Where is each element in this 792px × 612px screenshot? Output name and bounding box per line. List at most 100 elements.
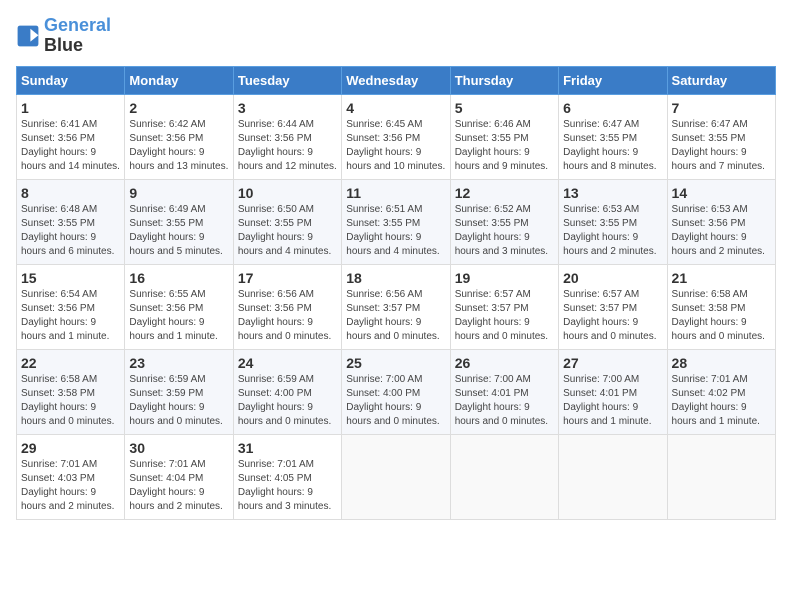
calendar-cell: 6 Sunrise: 6:47 AMSunset: 3:55 PMDayligh… bbox=[559, 94, 667, 179]
calendar-cell: 7 Sunrise: 6:47 AMSunset: 3:55 PMDayligh… bbox=[667, 94, 775, 179]
day-info: Sunrise: 7:00 AMSunset: 4:01 PMDaylight … bbox=[563, 373, 662, 429]
calendar-cell: 26 Sunrise: 7:00 AMSunset: 4:01 PMDaylig… bbox=[450, 349, 558, 434]
day-number: 29 bbox=[21, 440, 120, 456]
day-info: Sunrise: 6:59 AMSunset: 3:59 PMDaylight … bbox=[129, 373, 228, 429]
day-info: Sunrise: 6:48 AMSunset: 3:55 PMDaylight … bbox=[21, 203, 120, 259]
header-cell-wednesday: Wednesday bbox=[342, 66, 450, 94]
calendar-week-4: 22 Sunrise: 6:58 AMSunset: 3:58 PMDaylig… bbox=[17, 349, 776, 434]
day-number: 15 bbox=[21, 270, 120, 286]
day-info: Sunrise: 6:45 AMSunset: 3:56 PMDaylight … bbox=[346, 118, 445, 174]
header-cell-friday: Friday bbox=[559, 66, 667, 94]
day-number: 17 bbox=[238, 270, 337, 286]
day-number: 16 bbox=[129, 270, 228, 286]
calendar-cell: 4 Sunrise: 6:45 AMSunset: 3:56 PMDayligh… bbox=[342, 94, 450, 179]
day-info: Sunrise: 6:53 AMSunset: 3:55 PMDaylight … bbox=[563, 203, 662, 259]
calendar-week-3: 15 Sunrise: 6:54 AMSunset: 3:56 PMDaylig… bbox=[17, 264, 776, 349]
day-info: Sunrise: 7:00 AMSunset: 4:00 PMDaylight … bbox=[346, 373, 445, 429]
day-info: Sunrise: 7:00 AMSunset: 4:01 PMDaylight … bbox=[455, 373, 554, 429]
day-info: Sunrise: 6:57 AMSunset: 3:57 PMDaylight … bbox=[563, 288, 662, 344]
day-number: 9 bbox=[129, 185, 228, 201]
day-info: Sunrise: 6:58 AMSunset: 3:58 PMDaylight … bbox=[672, 288, 771, 344]
day-number: 13 bbox=[563, 185, 662, 201]
day-number: 5 bbox=[455, 100, 554, 116]
calendar-cell: 29 Sunrise: 7:01 AMSunset: 4:03 PMDaylig… bbox=[17, 434, 125, 519]
calendar-cell: 5 Sunrise: 6:46 AMSunset: 3:55 PMDayligh… bbox=[450, 94, 558, 179]
calendar-cell: 24 Sunrise: 6:59 AMSunset: 4:00 PMDaylig… bbox=[233, 349, 341, 434]
day-info: Sunrise: 6:55 AMSunset: 3:56 PMDaylight … bbox=[129, 288, 228, 344]
day-number: 24 bbox=[238, 355, 337, 371]
calendar-cell: 11 Sunrise: 6:51 AMSunset: 3:55 PMDaylig… bbox=[342, 179, 450, 264]
day-number: 6 bbox=[563, 100, 662, 116]
calendar-cell: 18 Sunrise: 6:56 AMSunset: 3:57 PMDaylig… bbox=[342, 264, 450, 349]
day-info: Sunrise: 6:50 AMSunset: 3:55 PMDaylight … bbox=[238, 203, 337, 259]
header-cell-monday: Monday bbox=[125, 66, 233, 94]
day-info: Sunrise: 6:57 AMSunset: 3:57 PMDaylight … bbox=[455, 288, 554, 344]
day-info: Sunrise: 6:49 AMSunset: 3:55 PMDaylight … bbox=[129, 203, 228, 259]
page-header: General Blue bbox=[16, 16, 776, 56]
calendar-cell: 20 Sunrise: 6:57 AMSunset: 3:57 PMDaylig… bbox=[559, 264, 667, 349]
day-info: Sunrise: 6:41 AMSunset: 3:56 PMDaylight … bbox=[21, 118, 120, 174]
day-info: Sunrise: 6:42 AMSunset: 3:56 PMDaylight … bbox=[129, 118, 228, 174]
day-info: Sunrise: 7:01 AMSunset: 4:02 PMDaylight … bbox=[672, 373, 771, 429]
calendar-cell: 28 Sunrise: 7:01 AMSunset: 4:02 PMDaylig… bbox=[667, 349, 775, 434]
day-number: 10 bbox=[238, 185, 337, 201]
calendar-cell bbox=[450, 434, 558, 519]
header-row: SundayMondayTuesdayWednesdayThursdayFrid… bbox=[17, 66, 776, 94]
calendar-cell bbox=[342, 434, 450, 519]
day-number: 14 bbox=[672, 185, 771, 201]
day-info: Sunrise: 6:46 AMSunset: 3:55 PMDaylight … bbox=[455, 118, 554, 174]
day-number: 28 bbox=[672, 355, 771, 371]
calendar-cell: 2 Sunrise: 6:42 AMSunset: 3:56 PMDayligh… bbox=[125, 94, 233, 179]
header-cell-sunday: Sunday bbox=[17, 66, 125, 94]
calendar-cell: 16 Sunrise: 6:55 AMSunset: 3:56 PMDaylig… bbox=[125, 264, 233, 349]
calendar-week-2: 8 Sunrise: 6:48 AMSunset: 3:55 PMDayligh… bbox=[17, 179, 776, 264]
calendar-cell: 30 Sunrise: 7:01 AMSunset: 4:04 PMDaylig… bbox=[125, 434, 233, 519]
calendar-cell: 14 Sunrise: 6:53 AMSunset: 3:56 PMDaylig… bbox=[667, 179, 775, 264]
day-info: Sunrise: 6:52 AMSunset: 3:55 PMDaylight … bbox=[455, 203, 554, 259]
calendar-cell: 22 Sunrise: 6:58 AMSunset: 3:58 PMDaylig… bbox=[17, 349, 125, 434]
calendar-cell: 10 Sunrise: 6:50 AMSunset: 3:55 PMDaylig… bbox=[233, 179, 341, 264]
day-info: Sunrise: 7:01 AMSunset: 4:04 PMDaylight … bbox=[129, 458, 228, 514]
day-info: Sunrise: 6:56 AMSunset: 3:56 PMDaylight … bbox=[238, 288, 337, 344]
day-number: 20 bbox=[563, 270, 662, 286]
calendar-week-5: 29 Sunrise: 7:01 AMSunset: 4:03 PMDaylig… bbox=[17, 434, 776, 519]
calendar-table: SundayMondayTuesdayWednesdayThursdayFrid… bbox=[16, 66, 776, 520]
calendar-cell: 31 Sunrise: 7:01 AMSunset: 4:05 PMDaylig… bbox=[233, 434, 341, 519]
day-number: 1 bbox=[21, 100, 120, 116]
calendar-week-1: 1 Sunrise: 6:41 AMSunset: 3:56 PMDayligh… bbox=[17, 94, 776, 179]
day-info: Sunrise: 6:47 AMSunset: 3:55 PMDaylight … bbox=[563, 118, 662, 174]
calendar-cell: 19 Sunrise: 6:57 AMSunset: 3:57 PMDaylig… bbox=[450, 264, 558, 349]
day-number: 26 bbox=[455, 355, 554, 371]
header-cell-thursday: Thursday bbox=[450, 66, 558, 94]
day-number: 4 bbox=[346, 100, 445, 116]
day-number: 12 bbox=[455, 185, 554, 201]
day-info: Sunrise: 6:47 AMSunset: 3:55 PMDaylight … bbox=[672, 118, 771, 174]
calendar-cell: 8 Sunrise: 6:48 AMSunset: 3:55 PMDayligh… bbox=[17, 179, 125, 264]
day-info: Sunrise: 6:54 AMSunset: 3:56 PMDaylight … bbox=[21, 288, 120, 344]
day-number: 30 bbox=[129, 440, 228, 456]
day-info: Sunrise: 6:56 AMSunset: 3:57 PMDaylight … bbox=[346, 288, 445, 344]
day-number: 11 bbox=[346, 185, 445, 201]
day-info: Sunrise: 6:51 AMSunset: 3:55 PMDaylight … bbox=[346, 203, 445, 259]
day-number: 31 bbox=[238, 440, 337, 456]
day-number: 2 bbox=[129, 100, 228, 116]
day-info: Sunrise: 6:53 AMSunset: 3:56 PMDaylight … bbox=[672, 203, 771, 259]
calendar-cell: 1 Sunrise: 6:41 AMSunset: 3:56 PMDayligh… bbox=[17, 94, 125, 179]
logo-text: General Blue bbox=[44, 16, 111, 56]
calendar-cell: 27 Sunrise: 7:00 AMSunset: 4:01 PMDaylig… bbox=[559, 349, 667, 434]
calendar-cell bbox=[559, 434, 667, 519]
header-cell-tuesday: Tuesday bbox=[233, 66, 341, 94]
calendar-cell: 23 Sunrise: 6:59 AMSunset: 3:59 PMDaylig… bbox=[125, 349, 233, 434]
calendar-cell: 3 Sunrise: 6:44 AMSunset: 3:56 PMDayligh… bbox=[233, 94, 341, 179]
day-number: 27 bbox=[563, 355, 662, 371]
day-number: 7 bbox=[672, 100, 771, 116]
day-info: Sunrise: 6:44 AMSunset: 3:56 PMDaylight … bbox=[238, 118, 337, 174]
day-info: Sunrise: 6:59 AMSunset: 4:00 PMDaylight … bbox=[238, 373, 337, 429]
calendar-cell: 12 Sunrise: 6:52 AMSunset: 3:55 PMDaylig… bbox=[450, 179, 558, 264]
logo-icon bbox=[16, 24, 40, 48]
calendar-cell bbox=[667, 434, 775, 519]
day-number: 21 bbox=[672, 270, 771, 286]
day-number: 23 bbox=[129, 355, 228, 371]
day-number: 8 bbox=[21, 185, 120, 201]
logo: General Blue bbox=[16, 16, 111, 56]
